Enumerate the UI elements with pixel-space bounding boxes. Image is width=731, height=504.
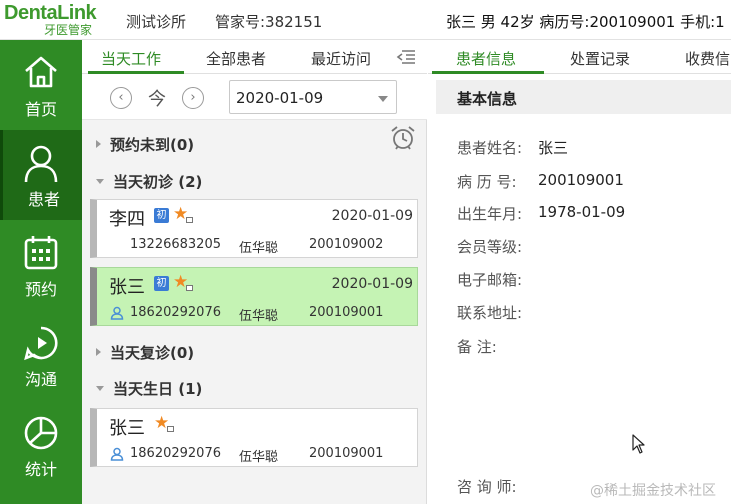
home-icon [25,56,57,88]
chat-icon [24,326,58,361]
doctor-name: 伍华聪 [239,450,279,465]
pie-chart-icon [24,416,58,450]
patient-phone: 18620292076 [130,305,221,320]
expand-arrow-icon [96,348,101,356]
field-label-consultant: 咨 询 师: [457,478,517,496]
collapse-menu-icon[interactable] [396,49,416,65]
sidebar-item-label: 患者 [27,190,60,209]
butler-id: 管家号:382151 [215,13,323,31]
patient-detail-panel: 患者信息 处置记录 收费信 基本信息 患者姓名: 张三 病 历 号: 20010… [428,40,731,504]
patient-phone: 18620292076 [130,446,221,461]
patient-name: 张三 [109,277,145,298]
alarm-clock-icon[interactable] [389,124,417,152]
field-label-member-level: 会员等级: [457,238,523,256]
field-value-record-no: 200109001 [538,171,624,189]
field-label-address: 联系地址: [457,304,523,322]
detail-tab-bar: 患者信息 处置记录 收费信 [428,40,731,74]
person-icon [110,306,124,320]
record-number: 200109001 [309,305,384,320]
group-label: 预约未到(0) [110,136,195,154]
sidebar-item-communication[interactable]: 沟通 [0,310,82,400]
next-day-button[interactable]: › [182,87,204,109]
patient-card-selected[interactable]: 张三 初 ★ 2020-01-09 18620292076 伍华聪 200109… [90,267,418,326]
sidebar-item-statistics[interactable]: 统计 [0,400,82,490]
sidebar-item-label: 预约 [24,280,57,299]
tab-billing[interactable]: 收费信 [685,48,730,69]
tab-patient-info[interactable]: 患者信息 [456,48,516,69]
clinic-name[interactable]: 测试诊所 [126,11,186,32]
group-label: 当天复诊(0) [110,344,195,362]
tab-recent-visits[interactable]: 最近访问 [311,48,371,69]
sidebar-item-appointments[interactable]: 预约 [0,220,82,310]
sidebar-item-label: 沟通 [24,370,57,389]
collapse-arrow-icon [96,179,104,184]
card-icon [186,285,193,291]
tab-all-patients[interactable]: 全部患者 [206,48,266,69]
watermark: @稀土掘金技术社区 [590,483,716,499]
date-picker[interactable]: 2020-01-09 [229,80,397,114]
patient-name: 张三 [109,418,145,439]
prev-day-button[interactable]: ‹ [110,87,132,109]
patient-list-panel: 当天工作 全部患者 最近访问 ‹ 今 › 2020-01-09 预约未到(0) … [82,40,427,504]
tab-today-work[interactable]: 当天工作 [101,48,161,69]
current-patient-summary: 张三 男 42岁 病历号:200109001 手机:1 [446,13,725,31]
field-label-name: 患者姓名: [457,139,523,157]
mouse-cursor-icon [632,434,645,454]
visit-date: 2020-01-09 [331,208,413,224]
date-navigator: ‹ 今 › 2020-01-09 [82,74,427,120]
date-value: 2020-01-09 [236,89,324,107]
record-number: 200109002 [309,237,384,252]
patient-phone: 13226683205 [130,237,221,252]
group-unarrived[interactable]: 预约未到(0) [96,134,194,155]
active-tab-indicator [432,71,544,74]
field-value-name: 张三 [538,139,569,157]
patient-card[interactable]: 李四 初 ★ 2020-01-09 13226683205 伍华聪 200109… [90,199,418,258]
list-tab-bar: 当天工作 全部患者 最近访问 [82,40,427,74]
group-birthday[interactable]: 当天生日 (1) [96,378,202,399]
field-label-record-no: 病 历 号: [457,173,517,191]
logo-subtitle: 牙医管家 [44,23,93,37]
top-bar: DentaLink 牙医管家 测试诊所 管家号:382151 张三 男 42岁 … [0,0,731,40]
first-visit-badge: 初 [154,276,169,291]
basic-info-header: 基本信息 [436,80,731,114]
group-first-visit[interactable]: 当天初诊 (2) [96,171,202,192]
group-label: 当天生日 (1) [113,380,203,398]
patient-icon [24,145,58,183]
calendar-icon [24,236,58,270]
tab-treatment-records[interactable]: 处置记录 [570,48,630,69]
today-button[interactable]: 今 [148,85,166,111]
sidebar-item-home[interactable]: 首页 [0,40,82,130]
card-icon [167,426,174,432]
patient-card[interactable]: 张三 ★ 18620292076 伍华聪 200109001 [90,408,418,467]
person-icon [110,447,124,461]
field-label-email: 电子邮箱: [457,271,523,289]
sidebar: 首页 患者 预约 沟通 统计 [0,40,82,504]
visit-date: 2020-01-09 [331,276,413,292]
card-icon [186,217,193,223]
doctor-name: 伍华聪 [239,309,279,324]
first-visit-badge: 初 [154,208,169,223]
patient-name: 李四 [109,209,145,230]
field-label-remarks: 备 注: [457,338,497,356]
record-number: 200109001 [309,446,384,461]
doctor-name: 伍华聪 [239,241,279,256]
group-label: 当天初诊 (2) [113,173,203,191]
sidebar-item-label: 统计 [24,460,57,479]
field-value-birth: 1978-01-09 [538,203,626,221]
chevron-down-icon [378,96,388,102]
sidebar-item-patients[interactable]: 患者 [0,130,82,220]
group-revisit[interactable]: 当天复诊(0) [96,342,194,363]
section-title: 基本信息 [457,90,518,108]
sidebar-item-label: 首页 [24,100,57,119]
collapse-arrow-icon [96,386,104,391]
field-label-birth: 出生年月: [457,205,523,223]
expand-arrow-icon [96,140,101,148]
